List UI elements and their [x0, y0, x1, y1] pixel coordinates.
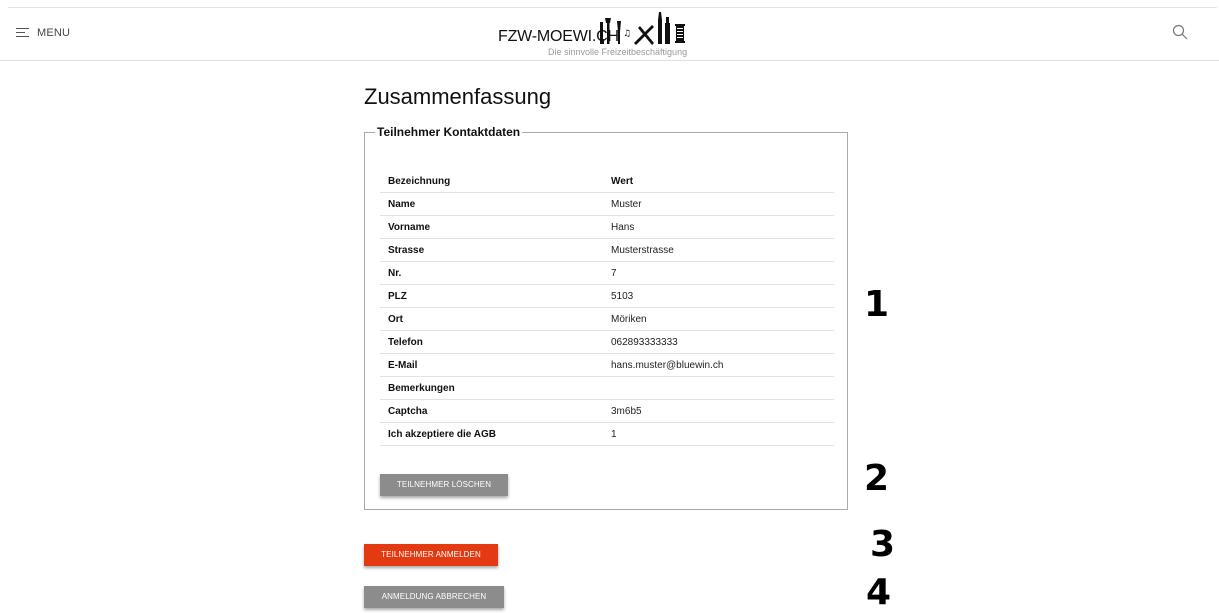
column-header-label: Bezeichnung: [380, 170, 603, 193]
hamburger-icon: [16, 28, 29, 38]
row-label: Ich akzeptiere die AGB: [380, 422, 603, 446]
table-row: Telefon 062893333333: [380, 330, 834, 354]
page-title: Zusammenfassung: [364, 84, 552, 109]
register-participant-button[interactable]: TEILNEHMER ANMELDEN: [364, 544, 498, 566]
menu-button[interactable]: MENU: [16, 27, 70, 39]
table-row: Name Muster: [380, 192, 834, 216]
summary-table: Bezeichnung Wert Name Muster Vorname Hans …: [380, 170, 834, 446]
table-row: Vorname Hans: [380, 215, 834, 239]
annotation-number-1: 1: [864, 284, 890, 325]
table-row: PLZ 5103: [380, 284, 834, 308]
logo-tagline: Die sinnvolle Freizeitbeschäftigung: [548, 47, 688, 57]
row-value: Muster: [603, 192, 834, 216]
column-header-value: Wert: [603, 170, 834, 193]
row-value: 3m6b5: [603, 399, 834, 423]
row-label: Vorname: [380, 215, 603, 239]
row-value: [603, 376, 834, 400]
menu-label: MENU: [37, 27, 71, 39]
row-value: 1: [603, 422, 834, 446]
row-value: 5103: [603, 284, 834, 308]
row-label: Bemerkungen: [380, 376, 603, 400]
row-value: hans.muster@bluewin.ch: [603, 353, 834, 377]
row-label: Captcha: [380, 399, 603, 423]
table-row: Captcha 3m6b5: [380, 399, 834, 423]
annotation-number-3: 3: [870, 524, 896, 565]
table-row: Ich akzeptiere die AGB 1: [380, 422, 834, 446]
table-row: Ort Möriken: [380, 307, 834, 331]
site-header: MENU FZW-MOEWI.CH Die sinnvolle Freizeit…: [0, 8, 1219, 61]
search-icon[interactable]: [1172, 24, 1188, 40]
delete-participant-button[interactable]: TEILNEHMER LÖSCHEN: [380, 474, 508, 496]
site-logo[interactable]: FZW-MOEWI.CH Die sinnvolle Freizeitbesch…: [470, 12, 740, 60]
row-label: Strasse: [380, 238, 603, 262]
fieldset-legend: Teilnehmer Kontaktdaten: [377, 125, 521, 139]
row-value: 7: [603, 261, 834, 285]
table-row: Bemerkungen: [380, 376, 834, 400]
row-value: Möriken: [603, 307, 834, 331]
row-label: Nr.: [380, 261, 603, 285]
row-label: PLZ: [380, 284, 603, 308]
row-value: Hans: [603, 215, 834, 239]
logo-tools-illustration: ♫: [600, 12, 685, 45]
row-label: Ort: [380, 307, 603, 331]
cancel-registration-button[interactable]: ANMELDUNG ABBRECHEN: [364, 586, 504, 608]
annotation-number-4: 4: [866, 572, 892, 613]
annotation-number-2: 2: [864, 458, 890, 499]
participant-contact-fieldset: Teilnehmer Kontaktdaten Bezeichnung Wert…: [364, 125, 848, 510]
row-label: Telefon: [380, 330, 603, 354]
table-row: E-Mail hans.muster@bluewin.ch: [380, 353, 834, 377]
table-row: Nr. 7: [380, 261, 834, 285]
row-label: Name: [380, 192, 603, 216]
row-value: 062893333333: [603, 330, 834, 354]
row-value: Musterstrasse: [603, 238, 834, 262]
table-header-row: Bezeichnung Wert: [380, 170, 834, 193]
row-label: E-Mail: [380, 353, 603, 377]
svg-text:♫: ♫: [623, 29, 631, 39]
table-row: Strasse Musterstrasse: [380, 238, 834, 262]
